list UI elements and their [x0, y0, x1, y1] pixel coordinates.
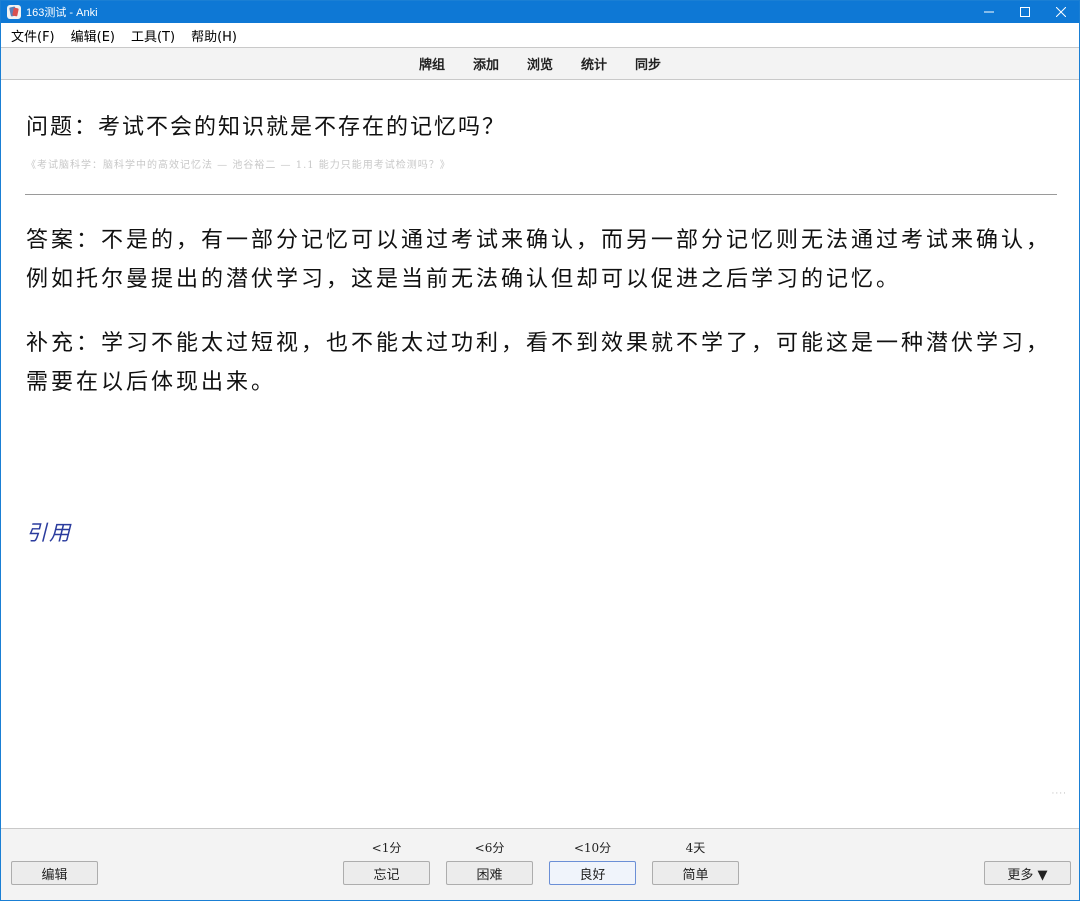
quote-link[interactable]: 引用 — [26, 517, 72, 547]
anki-window: 163测试 - Anki 文件(F) 编辑(E) 工具(T) 帮助(H) 牌组 … — [0, 0, 1080, 901]
card-reviewer: 问题：考试不会的知识就是不存在的记忆吗？ 《考试脑科学：脑科学中的高效记忆法 —… — [1, 81, 1079, 828]
main-toolbar: 牌组 添加 浏览 统计 同步 — [1, 47, 1079, 80]
title-bar: 163测试 - Anki — [1, 1, 1079, 23]
interval-hard: <6分 — [474, 841, 505, 855]
again-button[interactable]: 忘记 — [343, 861, 430, 885]
card-answer: 答案：不是的，有一部分记忆可以通过考试来确认，而另一部分记忆则无法通过考试来确认… — [26, 228, 1052, 292]
window-title: 163测试 - Anki — [26, 7, 98, 19]
answer-bar: 编辑 <1分 <6分 <10分 4天 忘记 困难 良好 简单 更多 ▼ — [1, 828, 1079, 900]
menu-tools[interactable]: 工具(T) — [123, 26, 183, 45]
toolbar-browse[interactable]: 浏览 — [527, 54, 553, 73]
card-supplement: 补充：学习不能太过短视，也不能太过功利，看不到效果就不学了，可能这是一种潜伏学习… — [26, 331, 1052, 395]
answer-divider — [25, 194, 1057, 195]
more-button[interactable]: 更多 ▼ — [984, 861, 1071, 885]
menu-bar: 文件(F) 编辑(E) 工具(T) 帮助(H) — [1, 23, 1079, 47]
close-icon — [1056, 7, 1066, 17]
toolbar-add[interactable]: 添加 — [473, 54, 499, 73]
anki-app-icon — [7, 5, 21, 19]
menu-help[interactable]: 帮助(H) — [183, 26, 245, 45]
minimize-icon — [984, 11, 994, 13]
hard-button[interactable]: 困难 — [446, 861, 533, 885]
close-button[interactable] — [1043, 1, 1079, 23]
menu-edit[interactable]: 编辑(E) — [63, 26, 123, 45]
maximize-icon — [1020, 7, 1030, 17]
interval-easy: 4天 — [685, 841, 706, 855]
window-controls — [971, 1, 1079, 23]
easy-button[interactable]: 简单 — [652, 861, 739, 885]
good-button[interactable]: 良好 — [549, 861, 636, 885]
toolbar-decks[interactable]: 牌组 — [419, 54, 445, 73]
minimize-button[interactable] — [971, 1, 1007, 23]
interval-again: <1分 — [371, 841, 402, 855]
toolbar-stats[interactable]: 统计 — [581, 54, 607, 73]
resize-grip-icon[interactable]: ···· — [1052, 789, 1067, 799]
card-question: 问题：考试不会的知识就是不存在的记忆吗？ — [26, 115, 507, 140]
card-source: 《考试脑科学：脑科学中的高效记忆法 — 池谷裕二 — 1.1 能力只能用考试检测… — [26, 160, 451, 171]
edit-button[interactable]: 编辑 — [11, 861, 98, 885]
maximize-button[interactable] — [1007, 1, 1043, 23]
menu-file[interactable]: 文件(F) — [3, 26, 63, 45]
interval-good: <10分 — [573, 841, 612, 855]
toolbar-sync[interactable]: 同步 — [635, 54, 661, 73]
